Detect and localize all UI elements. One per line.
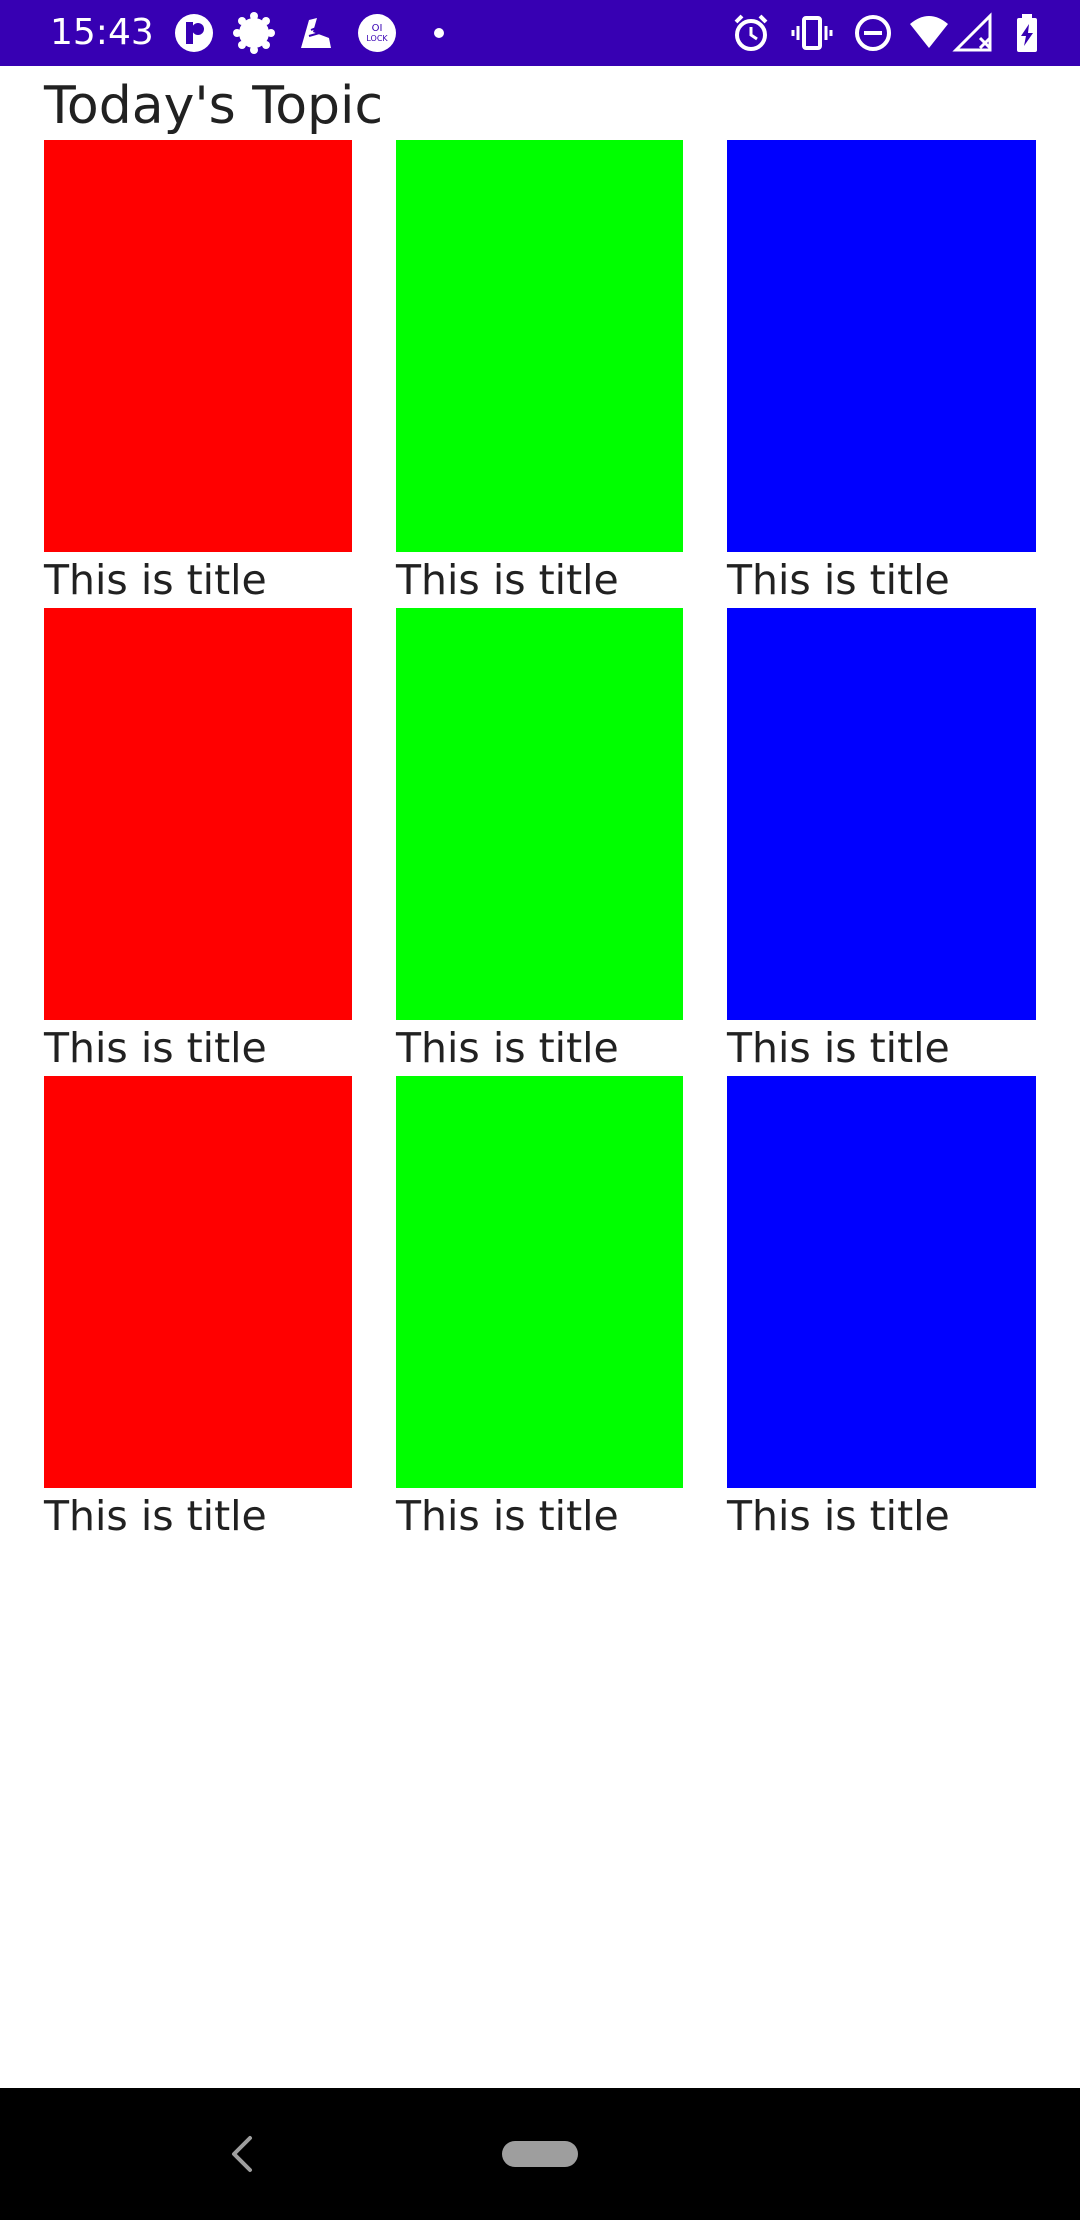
topic-image [727,1076,1036,1488]
topic-image [44,608,352,1020]
topic-title: This is title [396,1492,619,1540]
topic-title: This is title [44,556,267,604]
topic-title: This is title [44,1492,267,1540]
topic-title: This is title [727,556,950,604]
home-pill-icon[interactable] [502,2141,578,2167]
topic-title: This is title [396,556,619,604]
topic-image [727,608,1036,1020]
topic-image [396,140,683,552]
topic-image [396,1076,683,1488]
topic-image [727,140,1036,552]
topic-image [44,140,352,552]
topic-image [44,1076,352,1488]
back-icon[interactable] [222,2132,262,2176]
topic-title: This is title [44,1024,267,1072]
topic-title: This is title [727,1492,950,1540]
topic-title: This is title [396,1024,619,1072]
topic-image [396,608,683,1020]
navigation-bar [0,2088,1080,2220]
topic-title: This is title [727,1024,950,1072]
topic-grid: This is title This is title This is titl… [0,0,1080,2088]
